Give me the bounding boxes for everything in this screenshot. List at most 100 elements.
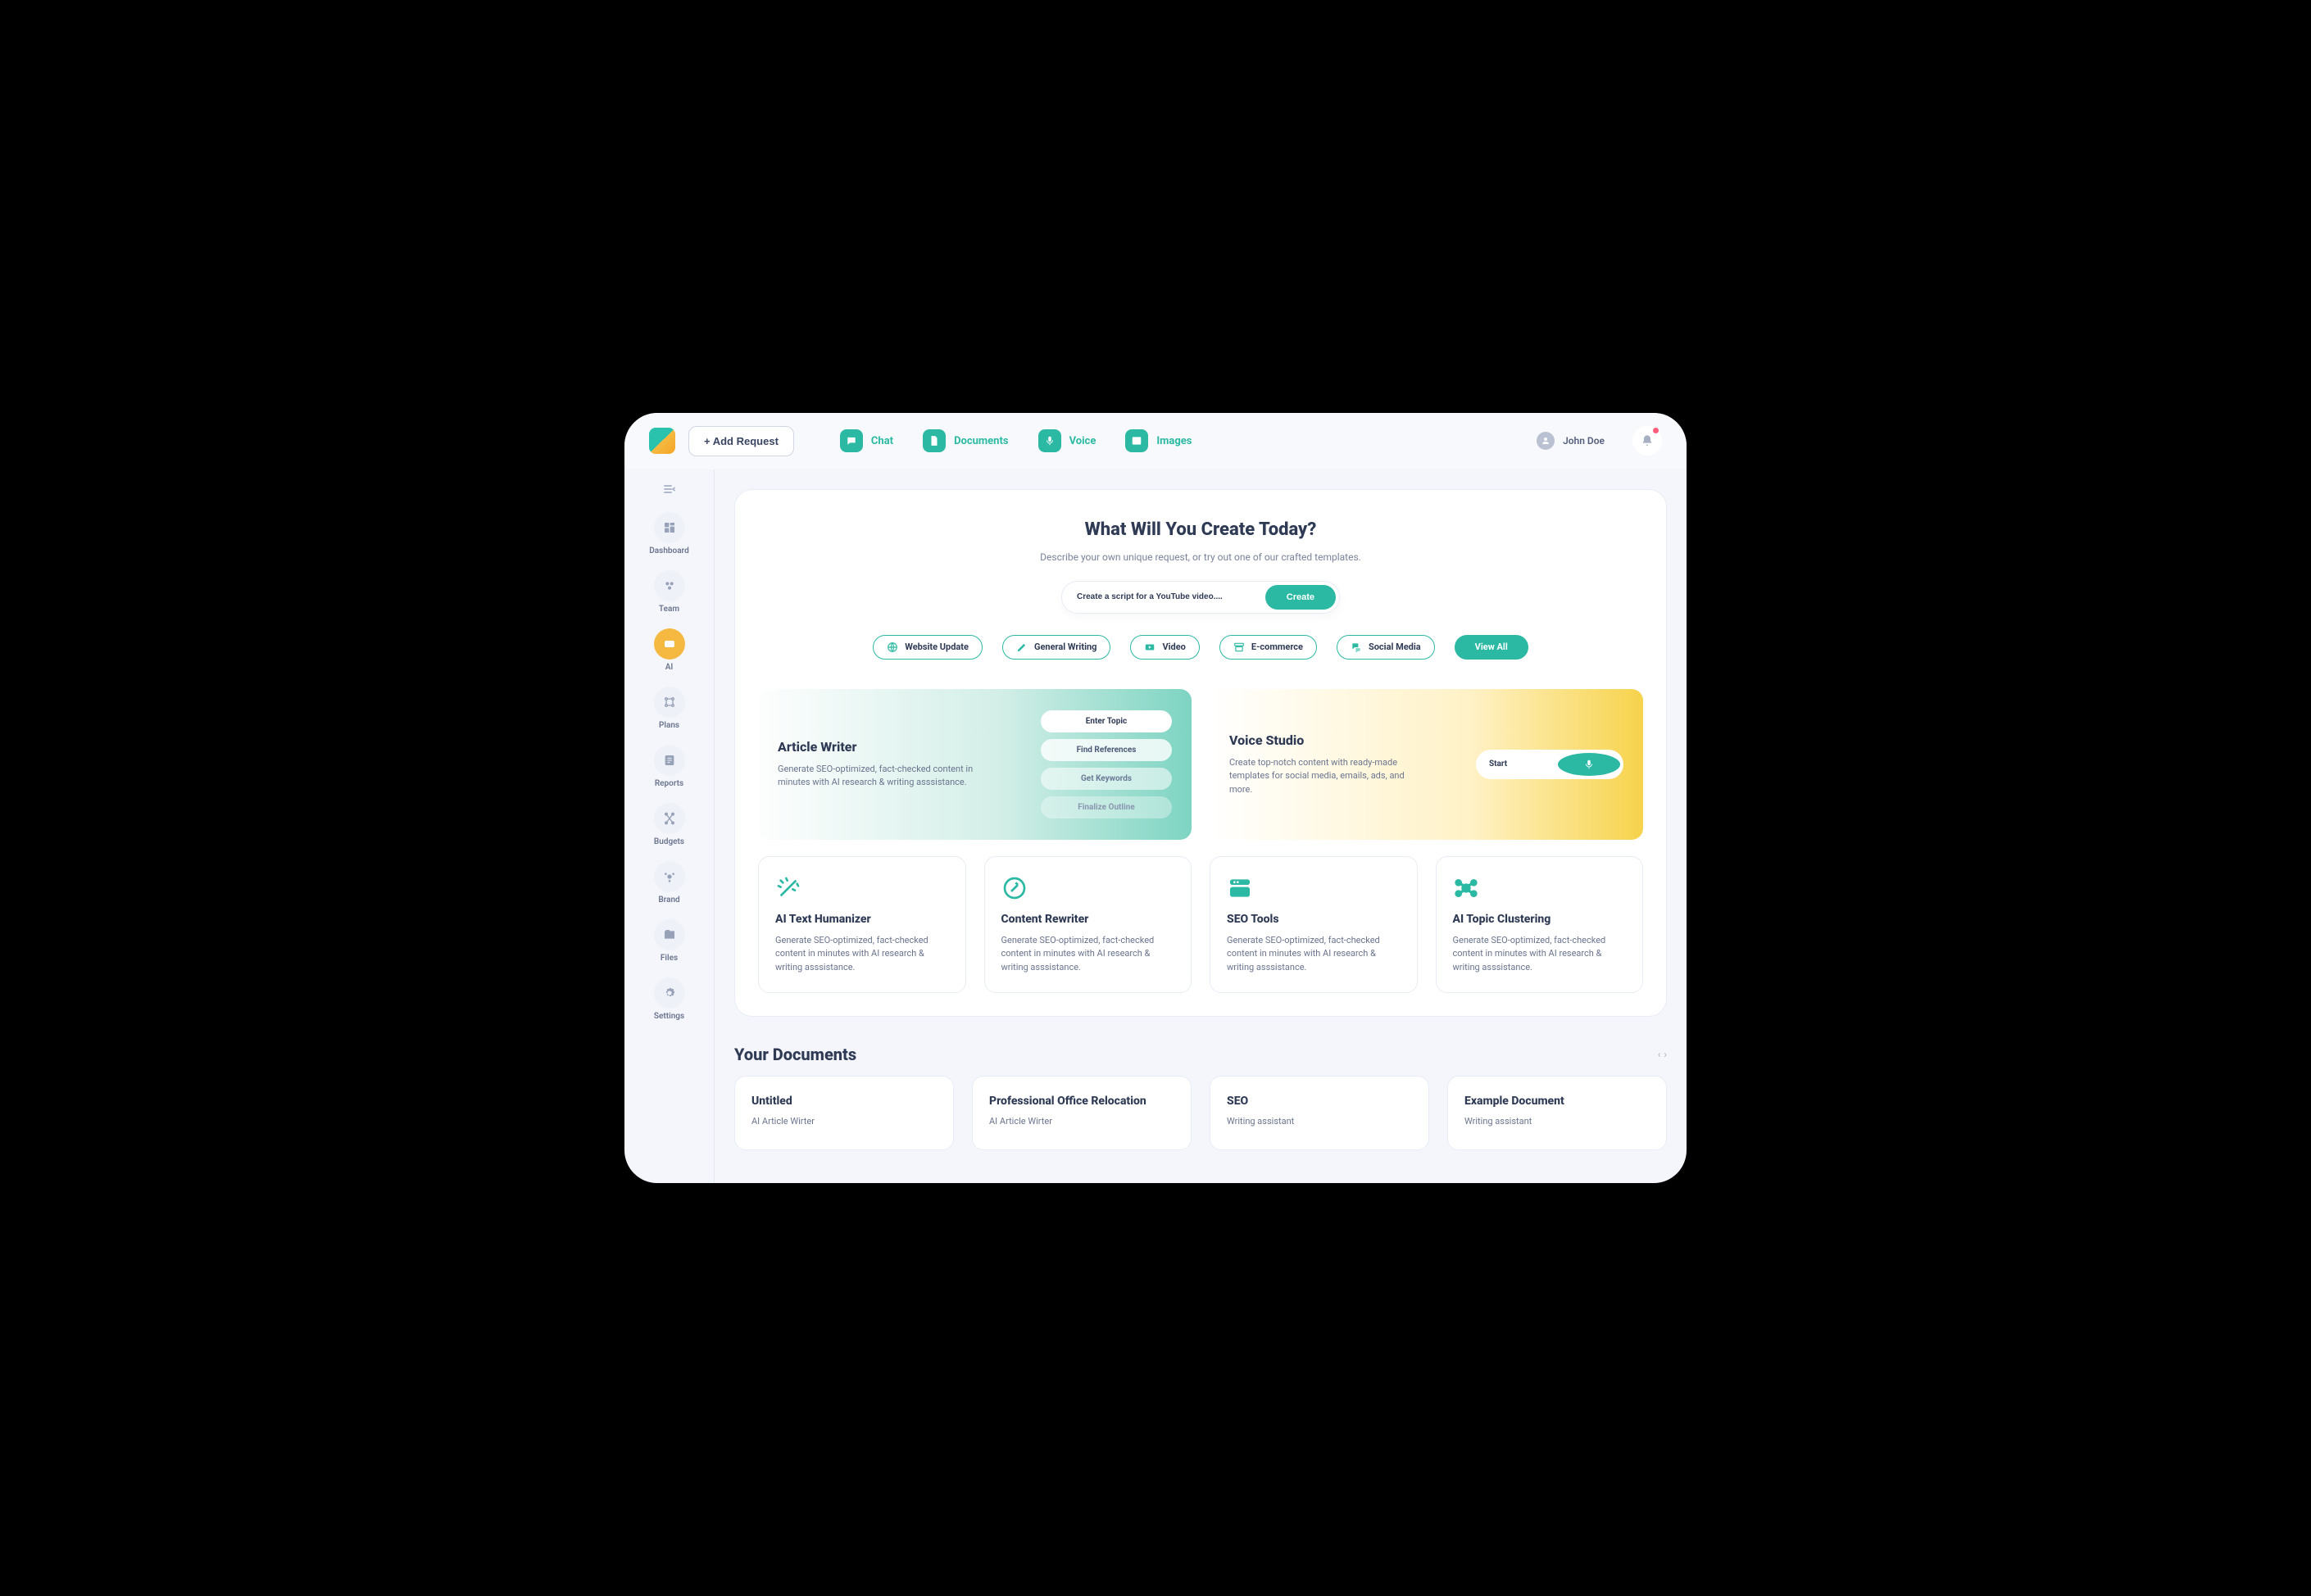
card-title: AI Text Humanizer — [775, 913, 949, 926]
sidebar-label: AI — [665, 663, 674, 672]
card-title: Article Writer — [778, 739, 1026, 755]
sidebar-label: Team — [659, 605, 679, 614]
chip-ecommerce[interactable]: E-commerce — [1219, 635, 1317, 660]
sidebar-item-budgets[interactable]: Budgets — [654, 800, 685, 850]
collapse-icon — [663, 484, 676, 494]
sidebar-item-files[interactable]: Files — [654, 916, 685, 966]
chat-icon — [840, 429, 863, 452]
step-pill: Enter Topic — [1041, 710, 1172, 732]
step-pill: Get Keywords — [1041, 768, 1172, 790]
card-voice-studio[interactable]: Voice Studio Create top-notch content wi… — [1210, 689, 1643, 840]
sidebar-item-ai[interactable]: AI — [654, 625, 685, 675]
wand-icon — [775, 875, 949, 901]
microphone-icon — [1558, 753, 1620, 776]
docs-next-button[interactable]: › — [1664, 1049, 1667, 1060]
card-article-writer[interactable]: Article Writer Generate SEO-optimized, f… — [758, 689, 1192, 840]
budgets-icon — [654, 803, 685, 834]
video-icon — [1144, 642, 1156, 653]
topnav-documents[interactable]: Documents — [923, 429, 1009, 452]
sidebar-item-brand[interactable]: Brand — [654, 858, 685, 908]
chip-label: View All — [1475, 642, 1508, 652]
sidebar-label: Dashboard — [649, 546, 688, 555]
documents-header: Your Documents ‹ › — [734, 1045, 1667, 1064]
sidebar-label: Plans — [659, 721, 679, 730]
add-request-button[interactable]: + Add Request — [688, 426, 794, 456]
template-chips: Website Update General Writing Video E-c… — [758, 635, 1643, 660]
voice-start-button[interactable]: Start — [1476, 750, 1623, 779]
document-card[interactable]: Untitled AI Article Wirter — [734, 1076, 954, 1150]
prompt-input[interactable] — [1077, 592, 1265, 601]
sidebar-toggle[interactable] — [663, 484, 676, 494]
chip-label: Social Media — [1369, 642, 1421, 652]
topnav-images[interactable]: Images — [1125, 429, 1192, 452]
document-card[interactable]: Professional Office Relocation AI Articl… — [972, 1076, 1192, 1150]
chip-video[interactable]: Video — [1130, 635, 1199, 660]
voice-icon — [1038, 429, 1061, 452]
doc-subtitle: Writing assistant — [1464, 1116, 1650, 1127]
sidebar-item-reports[interactable]: Reports — [654, 741, 685, 791]
card-desc: Generate SEO-optimized, fact-checked con… — [1001, 934, 1175, 975]
sidebar-item-plans[interactable]: Plans — [654, 683, 685, 733]
sidebar-item-settings[interactable]: Settings — [654, 974, 685, 1024]
card-ai-topic-clustering[interactable]: AI Topic Clustering Generate SEO-optimiz… — [1436, 856, 1644, 994]
ai-icon — [654, 628, 685, 660]
username: John Doe — [1563, 435, 1605, 447]
docs-prev-button[interactable]: ‹ — [1658, 1049, 1661, 1060]
sidebar-item-dashboard[interactable]: Dashboard — [649, 509, 688, 559]
notifications-button[interactable] — [1632, 426, 1662, 456]
bell-icon — [1641, 434, 1654, 447]
avatar-icon — [1537, 432, 1555, 450]
card-ai-text-humanizer[interactable]: AI Text Humanizer Generate SEO-optimized… — [758, 856, 966, 994]
doc-subtitle: AI Article Wirter — [989, 1116, 1174, 1127]
sidebar-label: Budgets — [654, 837, 684, 846]
card-title: Voice Studio — [1229, 732, 1461, 748]
app-window: + Add Request Chat Documents Voice — [624, 413, 1687, 1184]
chip-website-update[interactable]: Website Update — [873, 635, 983, 660]
pen-icon — [1016, 642, 1028, 653]
doc-title: Untitled — [751, 1095, 937, 1108]
sidebar-label: Reports — [655, 779, 683, 788]
hero-title: What Will You Create Today? — [758, 519, 1643, 540]
sidebar-item-team[interactable]: Team — [654, 567, 685, 617]
content: What Will You Create Today? Describe you… — [715, 469, 1687, 1184]
card-content-rewriter[interactable]: Content Rewriter Generate SEO-optimized,… — [984, 856, 1192, 994]
article-steps: Enter Topic Find References Get Keywords… — [1041, 710, 1172, 818]
chip-view-all[interactable]: View All — [1455, 635, 1528, 660]
chip-social-media[interactable]: Social Media — [1337, 635, 1435, 660]
image-icon — [1125, 429, 1148, 452]
topnav-voice[interactable]: Voice — [1038, 429, 1096, 452]
brand-icon — [654, 861, 685, 892]
chip-label: Video — [1162, 642, 1185, 652]
cart-icon — [1233, 642, 1245, 653]
plans-icon — [654, 687, 685, 718]
topnav-chat[interactable]: Chat — [840, 429, 893, 452]
doc-title: Example Document — [1464, 1095, 1650, 1108]
card-desc: Generate SEO-optimized, fact-checked con… — [1453, 934, 1627, 975]
sidebar-label: Files — [661, 954, 678, 963]
card-desc: Generate SEO-optimized, fact-checked con… — [775, 934, 949, 975]
sidebar: Dashboard Team AI Plans — [624, 469, 715, 1184]
create-button[interactable]: Create — [1265, 585, 1336, 610]
document-card[interactable]: Example Document Writing assistant — [1447, 1076, 1667, 1150]
card-seo-tools[interactable]: SEO Tools Generate SEO-optimized, fact-c… — [1210, 856, 1418, 994]
top-nav: Chat Documents Voice Images — [840, 429, 1192, 452]
tools-row: AI Text Humanizer Generate SEO-optimized… — [758, 856, 1643, 994]
documents-title: Your Documents — [734, 1045, 856, 1064]
sidebar-label: Brand — [658, 895, 679, 905]
hero-subtitle: Describe your own unique request, or try… — [758, 551, 1643, 563]
chip-general-writing[interactable]: General Writing — [1002, 635, 1110, 660]
topnav-label: Voice — [1069, 435, 1096, 447]
notification-dot — [1653, 428, 1659, 433]
sidebar-label: Settings — [654, 1012, 684, 1021]
chip-label: E-commerce — [1251, 642, 1303, 652]
topnav-label: Images — [1156, 435, 1192, 447]
card-title: SEO Tools — [1227, 913, 1401, 926]
doc-title: SEO — [1227, 1095, 1412, 1108]
document-card[interactable]: SEO Writing assistant — [1210, 1076, 1429, 1150]
topnav-label: Chat — [871, 435, 893, 447]
user-menu[interactable]: John Doe — [1537, 432, 1605, 450]
doc-subtitle: AI Article Wirter — [751, 1116, 937, 1127]
social-icon — [1351, 642, 1362, 653]
voice-start-label: Start — [1489, 759, 1551, 769]
doc-subtitle: Writing assistant — [1227, 1116, 1412, 1127]
